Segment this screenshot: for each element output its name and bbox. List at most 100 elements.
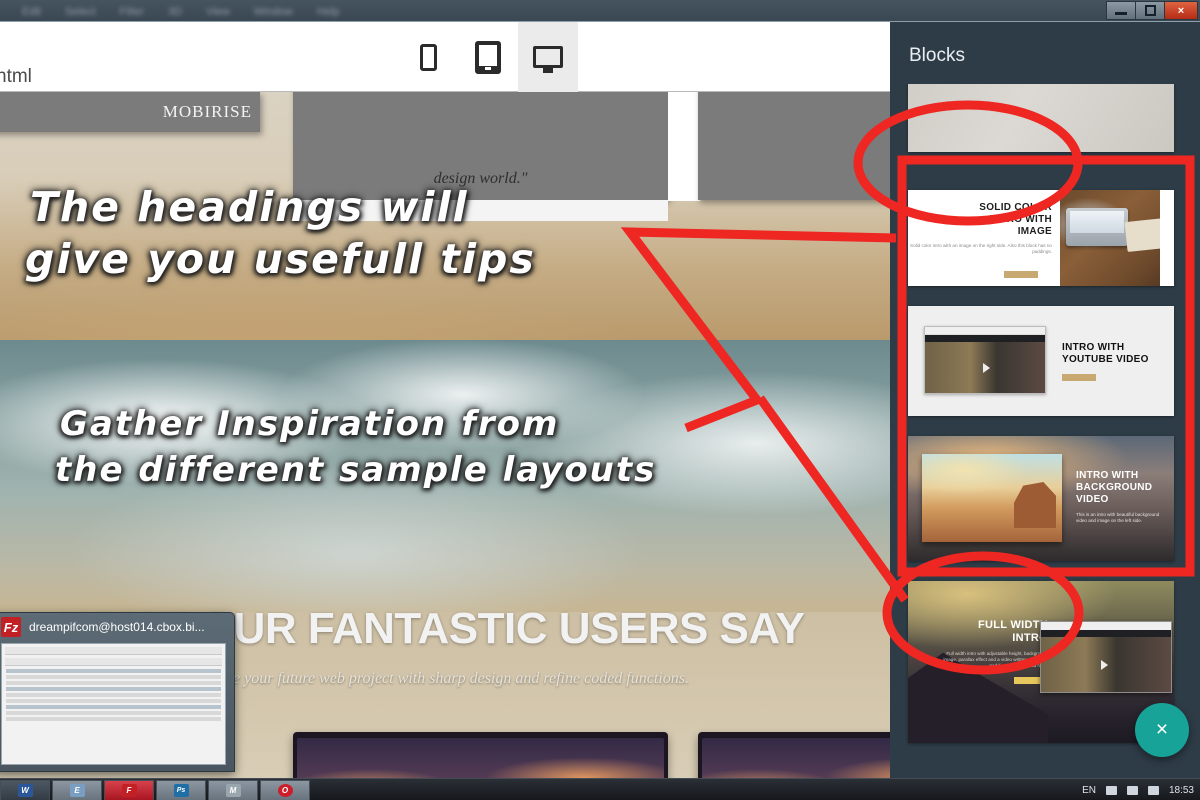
browser-chrome-bar xyxy=(925,327,1045,335)
testimonial-card-left[interactable]: MOBIRISE xyxy=(0,92,260,132)
file-name-label: html xyxy=(0,66,32,87)
battery-icon[interactable] xyxy=(1147,785,1159,795)
tablet-icon xyxy=(475,40,501,74)
volume-icon[interactable] xyxy=(1126,785,1138,795)
menu-item-edit[interactable]: Edit xyxy=(22,7,41,18)
block-description: Solid color intro with an image on the r… xyxy=(910,243,1052,254)
taskbar-item-opera[interactable]: O xyxy=(260,779,310,800)
filezilla-title: dreampifcom@host014.cbox.bi... xyxy=(29,620,205,634)
taskbar-item-photoshop[interactable]: Ps xyxy=(156,779,206,800)
device-button-desktop[interactable] xyxy=(518,22,578,92)
block-thumbnail-intro-with-background-video[interactable]: INTRO WITH BACKGROUND VIDEO This is an i… xyxy=(908,436,1174,561)
taskbar-items: W E F Ps M O xyxy=(0,779,312,800)
editor-icon: M xyxy=(225,783,241,797)
filezilla-log-row xyxy=(6,717,221,721)
menu-item-help[interactable]: Help xyxy=(317,7,340,18)
menu-item-3d[interactable]: 3D xyxy=(168,7,182,18)
minimize-icon xyxy=(1115,12,1127,15)
editor-toolbar: html xyxy=(0,22,890,92)
os-title-bar: Edit Select Filter 3D View Window Help × xyxy=(0,0,1200,22)
blocks-list[interactable]: SOLID COLOR INTRO WITH IMAGE Solid color… xyxy=(890,84,1200,769)
close-button[interactable]: × xyxy=(1164,1,1198,20)
filezilla-icon: Fz xyxy=(1,617,21,637)
filezilla-log-row xyxy=(6,669,221,673)
os-taskbar: W E F Ps M O EN 18:53 xyxy=(0,778,1200,800)
desktop-icon xyxy=(533,46,563,73)
taskbar-item-editor[interactable]: M xyxy=(208,779,258,800)
card-gap-strip xyxy=(668,92,700,201)
block-description: This is an intro with beautiful backgrou… xyxy=(1076,512,1160,523)
browser-screenshot xyxy=(925,342,1045,393)
taskbar-item-word[interactable]: W xyxy=(0,779,50,800)
block-thumbnail-intro-with-youtube-video[interactable]: INTRO WITH YOUTUBE VIDEO xyxy=(908,306,1174,416)
device-button-tablet[interactable] xyxy=(458,22,518,92)
browser-nav-bar xyxy=(925,335,1045,342)
annotation-note-1: The headings will give you usefull tips xyxy=(25,183,536,283)
network-icon[interactable] xyxy=(1105,785,1117,795)
block-thumbnail-solid-color-intro-with-image[interactable]: SOLID COLOR INTRO WITH IMAGE Solid color… xyxy=(908,190,1174,286)
browser-screenshot xyxy=(1041,637,1171,692)
thumbnail-preview xyxy=(908,84,1174,152)
window-controls: × xyxy=(1106,1,1198,20)
filezilla-log-row xyxy=(6,705,221,709)
filezilla-toolbar xyxy=(5,647,222,655)
thumbnail-text-side: INTRO WITH YOUTUBE VIDEO xyxy=(1062,342,1149,381)
filezilla-log-row xyxy=(6,693,221,697)
restore-button[interactable] xyxy=(1135,1,1164,20)
filezilla-log-row xyxy=(6,699,221,703)
annotation-note-1-line-1: The headings will xyxy=(30,183,469,231)
system-tray: EN 18:53 xyxy=(1082,779,1194,800)
thumbnail-text-side: INTRO WITH BACKGROUND VIDEO This is an i… xyxy=(1076,470,1168,524)
application-menu-bar[interactable]: Edit Select Filter 3D View Window Help xyxy=(0,0,339,18)
block-description: Full width intro with adjustable height,… xyxy=(943,651,1048,668)
blocks-panel-title: Blocks xyxy=(909,45,965,66)
thumbnail-photo-side xyxy=(1060,190,1174,286)
thumbnail-edge xyxy=(1160,190,1174,286)
filezilla-log-row xyxy=(6,675,221,679)
thumbnail-browser-mockup xyxy=(924,326,1046,394)
filezilla-icon: F xyxy=(121,783,137,797)
menu-item-view[interactable]: View xyxy=(206,7,230,18)
mobile-icon xyxy=(419,43,437,71)
clock[interactable]: 18:53 xyxy=(1169,785,1194,796)
menu-item-select[interactable]: Select xyxy=(65,7,96,18)
filezilla-log-row xyxy=(6,687,221,691)
browser-chrome-bar xyxy=(1041,622,1171,630)
taskbar-item-explorer[interactable]: E xyxy=(52,779,102,800)
menu-item-filter[interactable]: Filter xyxy=(120,7,144,18)
restore-icon xyxy=(1144,5,1156,16)
minimize-button[interactable] xyxy=(1106,1,1135,20)
block-label: INTRO WITH YOUTUBE VIDEO xyxy=(1062,342,1149,365)
testimonial-card-right[interactable] xyxy=(698,92,890,200)
filezilla-title-bar: Fz dreampifcom@host014.cbox.bi... xyxy=(0,613,234,641)
block-thumbnail-full-width-intro[interactable]: FULL WIDTH INTRO Full width intro with a… xyxy=(908,581,1174,743)
play-icon xyxy=(982,363,990,374)
thumbnail-inset-photo xyxy=(922,454,1062,542)
opera-icon: O xyxy=(277,783,293,797)
photoshop-icon: Ps xyxy=(173,783,189,797)
filezilla-content xyxy=(1,643,226,765)
filezilla-window[interactable]: Fz dreampifcom@host014.cbox.bi... xyxy=(0,612,235,772)
taskbar-item-filezilla[interactable]: F xyxy=(104,779,154,800)
filezilla-columns xyxy=(5,658,222,666)
thumbnail-text-side: FULL WIDTH INTRO Full width intro with a… xyxy=(936,619,1048,684)
menu-item-window[interactable]: Window xyxy=(254,7,293,18)
close-panel-button[interactable]: × xyxy=(1135,703,1189,757)
annotation-note-2-line-1: Gather Inspiration from xyxy=(60,404,560,444)
block-cta-button xyxy=(1062,374,1096,381)
brand-label: MOBIRISE xyxy=(162,102,252,121)
block-label: FULL WIDTH INTRO xyxy=(977,619,1048,644)
device-button-mobile[interactable] xyxy=(398,22,458,92)
filezilla-log-row xyxy=(6,681,221,685)
laptop-icon xyxy=(1066,208,1128,246)
language-indicator[interactable]: EN xyxy=(1082,785,1096,796)
annotation-note-1-line-2: give you usefull tips xyxy=(25,235,536,283)
block-thumbnail-partial[interactable] xyxy=(908,84,1174,152)
filezilla-log-row xyxy=(6,711,221,715)
mesa-shape-icon xyxy=(1014,482,1056,528)
annotation-note-2-line-2: the different sample layouts xyxy=(55,450,657,490)
thumbnail-text-side: SOLID COLOR INTRO WITH IMAGE Solid color… xyxy=(908,190,1060,286)
block-cta-button xyxy=(1004,271,1038,278)
blocks-panel: Blocks SOLID COLOR INTRO WITH IMAGE Soli… xyxy=(890,22,1200,799)
block-label: INTRO WITH BACKGROUND VIDEO xyxy=(1076,470,1153,505)
